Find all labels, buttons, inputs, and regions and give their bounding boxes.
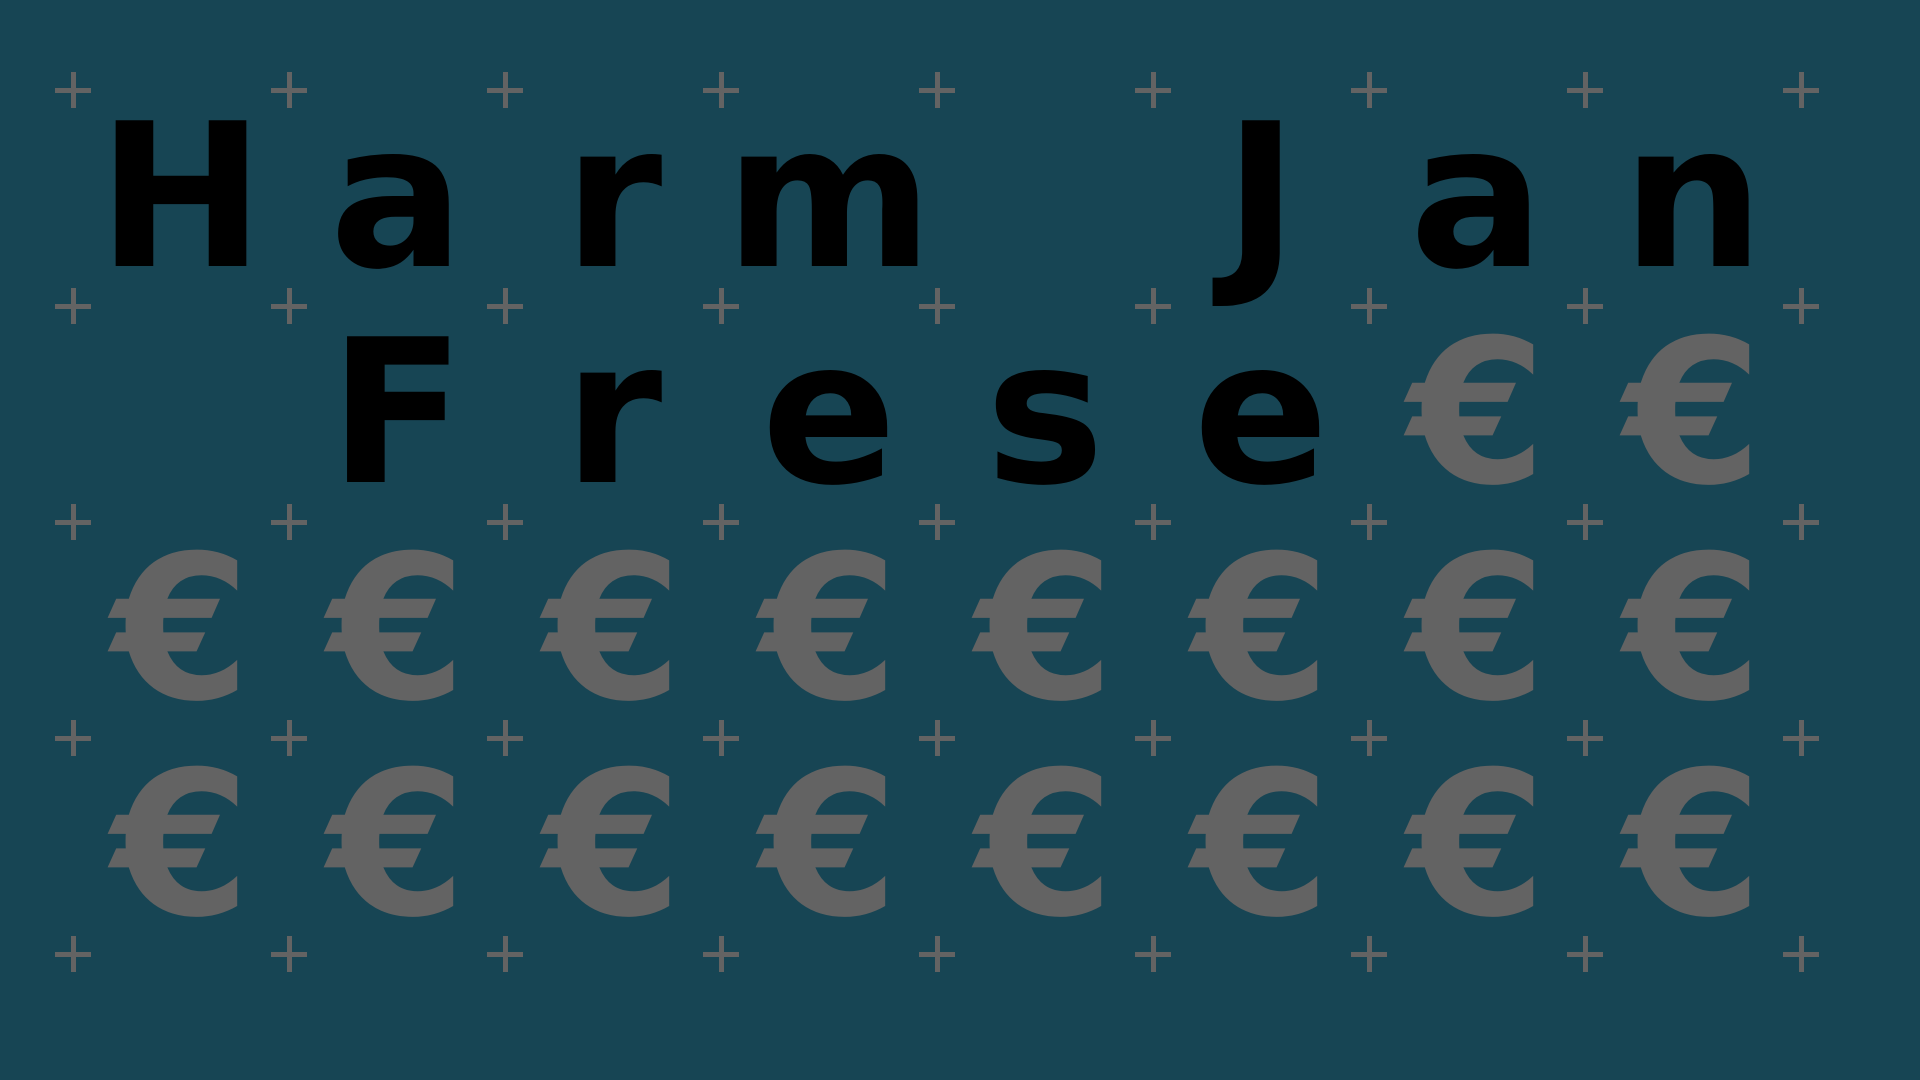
euro-sign: € [1407,297,1547,530]
euro-sign: € [1407,513,1547,746]
euro-sign: € [759,729,899,962]
name-letter: n [1621,81,1765,314]
name-letter: r [563,297,663,530]
euro-sign: € [1191,513,1331,746]
euro-sign: € [543,729,683,962]
euro-sign: € [1623,729,1763,962]
name-letter: F [328,297,466,530]
euro-sign: € [111,729,251,962]
name-letter: s [985,297,1105,530]
name-letter: e [761,297,897,530]
euro-sign: € [327,729,467,962]
euro-sign: € [543,513,683,746]
name-letter: J [1223,81,1299,314]
euro-sign: € [1191,729,1331,962]
name-letter: m [724,81,934,314]
euro-sign: € [1623,513,1763,746]
euro-sign: € [327,513,467,746]
euro-sign: € [1623,297,1763,530]
letter-board: Ha r m Ja n Fr e s e € € € € € € € € € € € € € € € € € € [0,0,1920,1080]
euro-sign: € [975,729,1115,962]
euro-sign: € [975,513,1115,746]
name-letter: a [329,81,465,314]
name-letter: e [1193,297,1329,530]
euro-sign: € [1407,729,1547,962]
name-letter: H [97,81,265,314]
name-letter: r [563,81,663,314]
euro-sign: € [111,513,251,746]
name-letter: a [1409,81,1545,314]
euro-sign: € [759,513,899,746]
